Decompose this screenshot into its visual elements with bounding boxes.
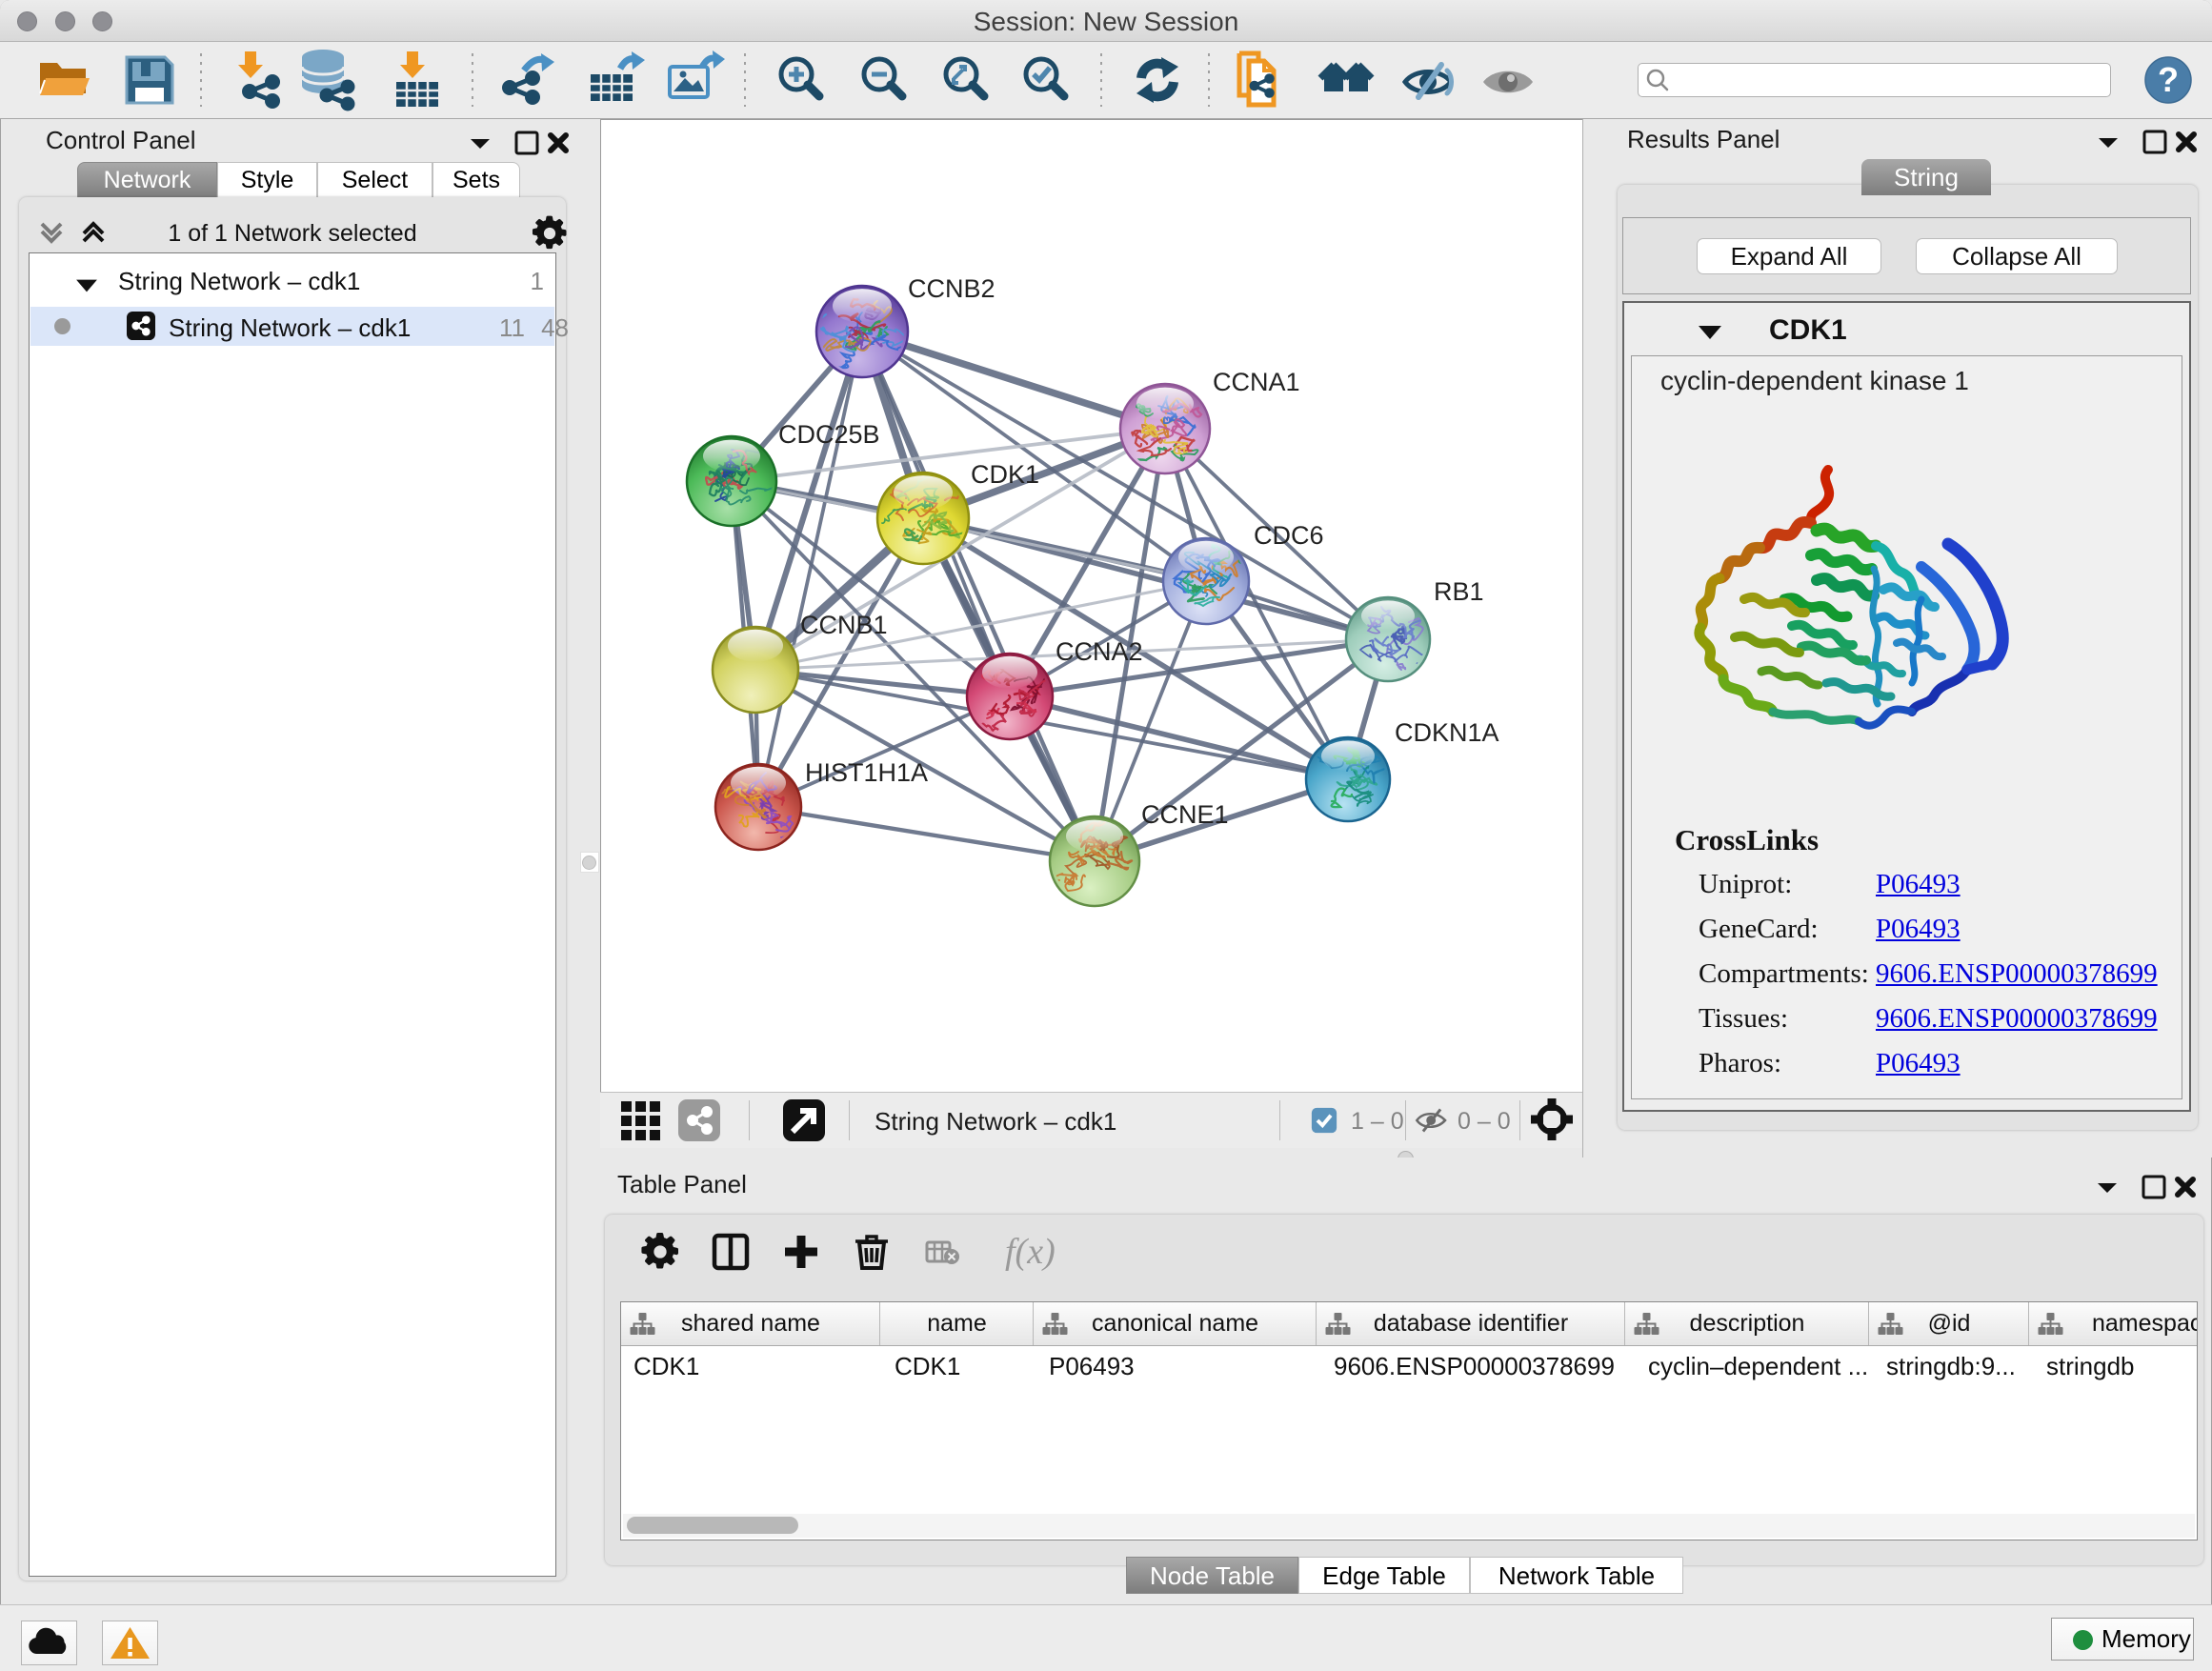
svg-text:CDC6: CDC6 [1254,521,1324,550]
svg-text:CDC25B: CDC25B [778,420,880,449]
svg-text:CCNA1: CCNA1 [1213,368,1300,396]
svg-text:CDK1: CDK1 [971,460,1039,489]
svg-text:?: ? [2158,60,2179,99]
svg-text:CCNA2: CCNA2 [1056,637,1143,666]
svg-text:CCNE1: CCNE1 [1141,800,1229,829]
svg-text:CDKN1A: CDKN1A [1395,718,1499,747]
svg-text:HIST1H1A: HIST1H1A [805,758,928,787]
svg-text:CCNB1: CCNB1 [800,611,888,639]
svg-text:RB1: RB1 [1434,577,1484,606]
svg-text:f(x): f(x) [1005,1232,1056,1272]
svg-text:CCNB2: CCNB2 [908,274,995,303]
